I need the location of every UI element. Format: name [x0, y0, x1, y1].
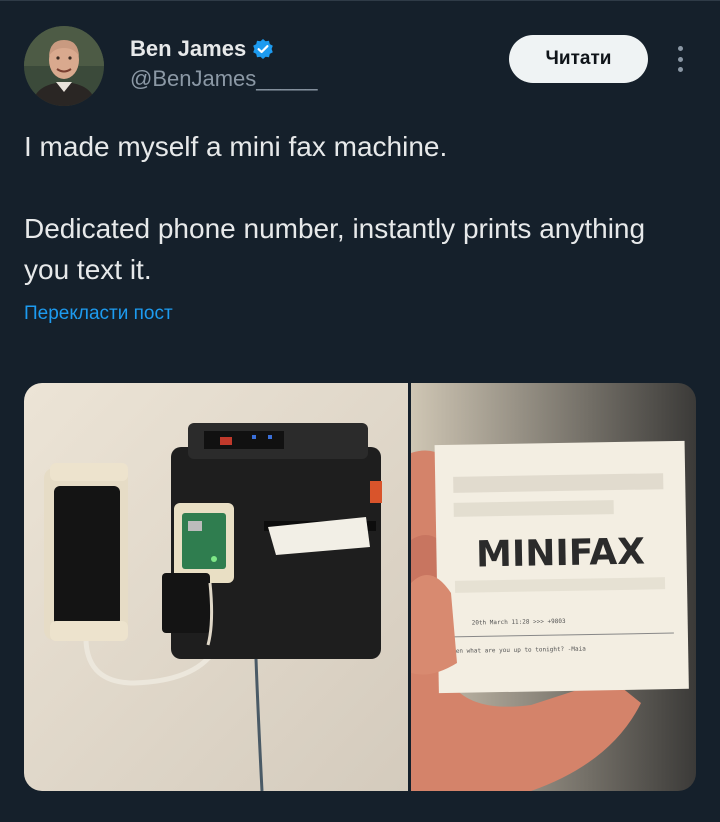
follow-button[interactable]: Читати — [509, 35, 648, 83]
author-name-row[interactable]: Ben James — [130, 36, 274, 62]
translate-post-link[interactable]: Перекласти пост — [24, 303, 173, 325]
author-handle[interactable]: @BenJames_____ — [130, 66, 317, 92]
author-name[interactable]: Ben James — [130, 36, 246, 62]
media-grid: MINIFAX 20th March 11:28 >>> +9803 Ben w… — [24, 383, 696, 791]
profile-photo-icon — [24, 26, 104, 106]
dot-icon — [677, 56, 683, 62]
avatar[interactable] — [24, 26, 104, 106]
verified-badge-icon — [253, 39, 273, 59]
dot-icon — [677, 67, 683, 72]
receipt-photo[interactable]: MINIFAX 20th March 11:28 >>> +9803 Ben w… — [411, 383, 696, 791]
dot-icon — [677, 46, 683, 51]
top-divider — [0, 0, 720, 1]
more-options-icon[interactable] — [670, 42, 690, 76]
receipt-title: MINIFAX — [476, 532, 646, 576]
fax-device-photo[interactable] — [24, 383, 408, 791]
tweet-text: I made myself a mini fax machine. Dedica… — [24, 131, 646, 285]
